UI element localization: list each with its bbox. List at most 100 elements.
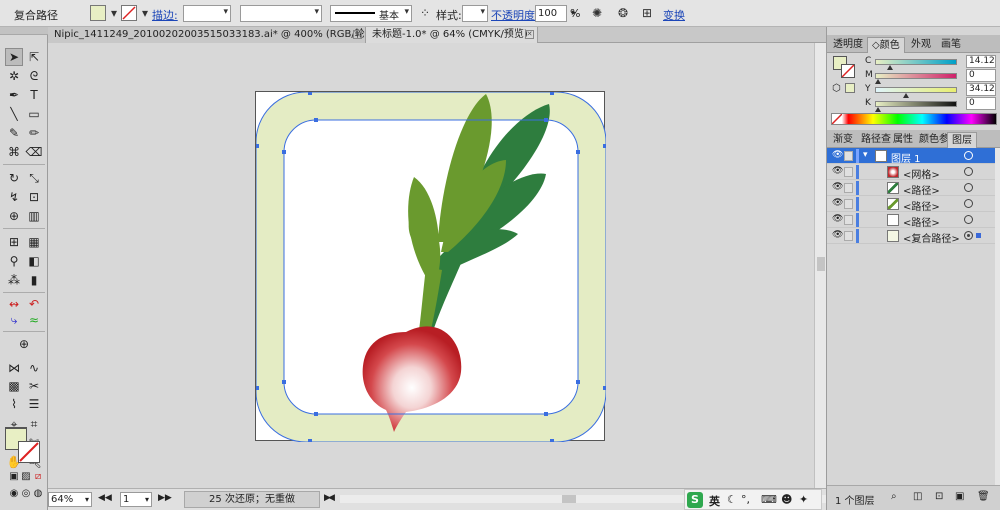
align-distribute-icon[interactable]: ☰ <box>25 395 43 413</box>
knife-tool-icon[interactable]: ✂ <box>25 377 43 395</box>
tab-close-icon[interactable]: ✕ <box>525 30 534 39</box>
tab-close-icon[interactable]: ✕ <box>353 30 362 39</box>
scroll-thumb[interactable] <box>817 257 825 271</box>
visibility-eye-icon[interactable]: 👁︎ <box>832 230 843 240</box>
layer-row-compound-path[interactable]: 👁︎ <复合路径> <box>827 228 995 245</box>
tools-panel-grip[interactable] <box>0 27 48 35</box>
layer-name[interactable]: <路径> <box>903 214 940 229</box>
layer-name[interactable]: <路径> <box>903 198 940 213</box>
layer-row-path-1[interactable]: 👁︎ <路径> <box>827 180 995 197</box>
eyedropper-tool-icon[interactable]: ⚲ <box>5 252 23 270</box>
free-transform-tool-icon[interactable]: ⊡ <box>25 188 43 206</box>
magic-wand-tool-icon[interactable]: ✲ <box>5 67 23 85</box>
artboard-tool-icon[interactable]: ∿ <box>25 359 43 377</box>
stroke-profile-dropdown[interactable]: 基本 ▾ <box>330 5 412 22</box>
rectangle-tool-icon[interactable]: ▭ <box>25 105 43 123</box>
none-color-icon[interactable] <box>832 114 842 124</box>
layer-row-path-2[interactable]: 👁︎ <路径> <box>827 196 995 213</box>
blob-brush-tool-icon[interactable]: ⌘ <box>5 143 23 161</box>
ime-moon-icon[interactable]: ☾ <box>727 493 737 506</box>
draw-inside-icon[interactable]: ◍ <box>29 485 47 503</box>
new-layer-icon[interactable]: ▣ <box>955 491 964 502</box>
opacity-link[interactable]: 不透明度: <box>491 7 539 23</box>
slider-magenta[interactable]: M 0 <box>865 69 999 84</box>
tab-gradient[interactable]: 渐变 <box>829 132 857 148</box>
artboard-field[interactable]: 1 ▾ <box>120 492 152 507</box>
layer-row-layer1[interactable]: 👁︎ ▾ 图层 1 <box>827 148 995 165</box>
tab-transparency[interactable]: 透明度 <box>829 37 867 53</box>
fill-swatch[interactable] <box>90 5 106 21</box>
delete-layer-icon[interactable]: 🗑︎ <box>977 491 990 502</box>
layer-name[interactable]: <复合路径> <box>903 230 960 245</box>
paintbrush-tool-icon[interactable]: ✎ <box>5 124 23 142</box>
slider-yellow[interactable]: Y 34.12 <box>865 83 999 98</box>
stroke-weight-field[interactable]: ▾ <box>183 5 231 22</box>
history-status[interactable]: 25 次还原；无重做 <box>184 491 320 508</box>
lock-toggle[interactable] <box>844 151 853 161</box>
none-mode-icon[interactable]: ⧄ <box>29 468 47 486</box>
lock-toggle[interactable] <box>844 215 853 225</box>
locate-object-icon[interactable]: ⌕ <box>891 491 897 502</box>
expand-triangle-icon[interactable]: ▾ <box>863 150 868 160</box>
slider-black[interactable]: K 0 <box>865 97 999 112</box>
smooth-tool-icon[interactable]: ⤷ <box>5 311 23 329</box>
path-eraser-tool-icon[interactable]: ≈ <box>25 311 43 329</box>
layer-name[interactable]: 图层 1 <box>891 150 921 165</box>
black-value-field[interactable]: 0 <box>966 97 996 110</box>
yellow-value-field[interactable]: 34.12 <box>966 83 996 96</box>
symbol-sprayer-tool-icon[interactable]: ⁂ <box>5 271 23 289</box>
ime-logo-icon[interactable]: S <box>687 492 703 508</box>
eraser-tool-icon[interactable]: ⌫ <box>25 143 43 161</box>
target-circle-icon[interactable] <box>964 215 973 224</box>
layer-name[interactable]: <网格> <box>903 166 940 181</box>
scale-tool-icon[interactable]: ⤡ <box>25 169 43 187</box>
target-circle-icon[interactable] <box>964 231 973 240</box>
radish-illustration[interactable] <box>255 91 607 443</box>
mesh-tool-icon[interactable]: ⊕ <box>15 335 33 353</box>
layer-row-mesh[interactable]: 👁︎ <网格> <box>827 164 995 181</box>
color-panel-stroke-box[interactable] <box>841 64 855 78</box>
lock-toggle[interactable] <box>844 167 853 177</box>
tab-appearance[interactable]: 外观 <box>907 37 935 53</box>
shape-builder-tool-icon[interactable]: ⊕ <box>5 207 23 225</box>
ime-keyboard-icon[interactable]: ⌨ <box>761 493 777 506</box>
stroke-box[interactable] <box>18 441 40 463</box>
variable-width-dropdown[interactable]: ▾ <box>240 5 322 22</box>
prev-artboard-icon[interactable]: ◀◀ <box>98 493 112 503</box>
hscroll-thumb[interactable] <box>562 495 576 503</box>
color-spectrum-bar[interactable] <box>831 113 997 125</box>
target-circle-icon[interactable] <box>964 167 973 176</box>
ime-user-icon[interactable]: ☻ <box>781 493 792 506</box>
slice-tool-icon[interactable]: ⋈ <box>5 359 23 377</box>
rotate-tool-icon[interactable]: ↻ <box>5 169 23 187</box>
recolor-artwork-icon[interactable]: ✺ <box>588 5 606 22</box>
visibility-eye-icon[interactable]: 👁︎ <box>832 150 843 160</box>
zoom-field[interactable]: 64% ▾ <box>48 492 92 507</box>
tab-document-2[interactable]: 未标题-1.0* @ 64% (CMYK/预览) ✕ <box>366 27 538 43</box>
lock-toggle[interactable] <box>844 199 853 209</box>
hscroll-left-icon[interactable]: ◀ <box>328 493 335 503</box>
new-sublayer-icon[interactable]: ⊡ <box>935 491 943 502</box>
live-paint-tool-icon[interactable]: ▥ <box>25 207 43 225</box>
style-dropdown[interactable]: ▾ <box>462 5 488 22</box>
chart-tool-icon[interactable]: ▩ <box>5 377 23 395</box>
target-circle-icon[interactable] <box>964 199 973 208</box>
align-icon[interactable]: ⊞ <box>638 5 656 22</box>
selection-indicator[interactable] <box>976 233 981 238</box>
visibility-eye-icon[interactable]: 👁︎ <box>832 198 843 208</box>
cyan-value-field[interactable]: 14.12 <box>966 55 996 68</box>
column-graph-tool-icon[interactable]: ▮ <box>25 271 43 289</box>
magenta-value-field[interactable]: 0 <box>966 69 996 82</box>
ime-punct-icon[interactable]: °, <box>741 493 750 506</box>
lasso-tool-icon[interactable]: ᘓ <box>25 67 43 85</box>
ime-settings-icon[interactable]: ✦ <box>799 493 808 506</box>
target-circle-icon[interactable] <box>964 183 973 192</box>
target-circle-icon[interactable] <box>964 151 973 160</box>
type-tool-icon[interactable]: T <box>25 86 43 104</box>
pen-tool-icon[interactable]: ✒ <box>5 86 23 104</box>
slider-cyan[interactable]: C 14.12 <box>865 55 999 70</box>
warp-tool-icon[interactable]: ↯ <box>5 188 23 206</box>
artboard[interactable] <box>255 91 607 443</box>
layers-scrollbar[interactable] <box>995 148 1000 485</box>
web-color-box[interactable] <box>845 83 855 93</box>
